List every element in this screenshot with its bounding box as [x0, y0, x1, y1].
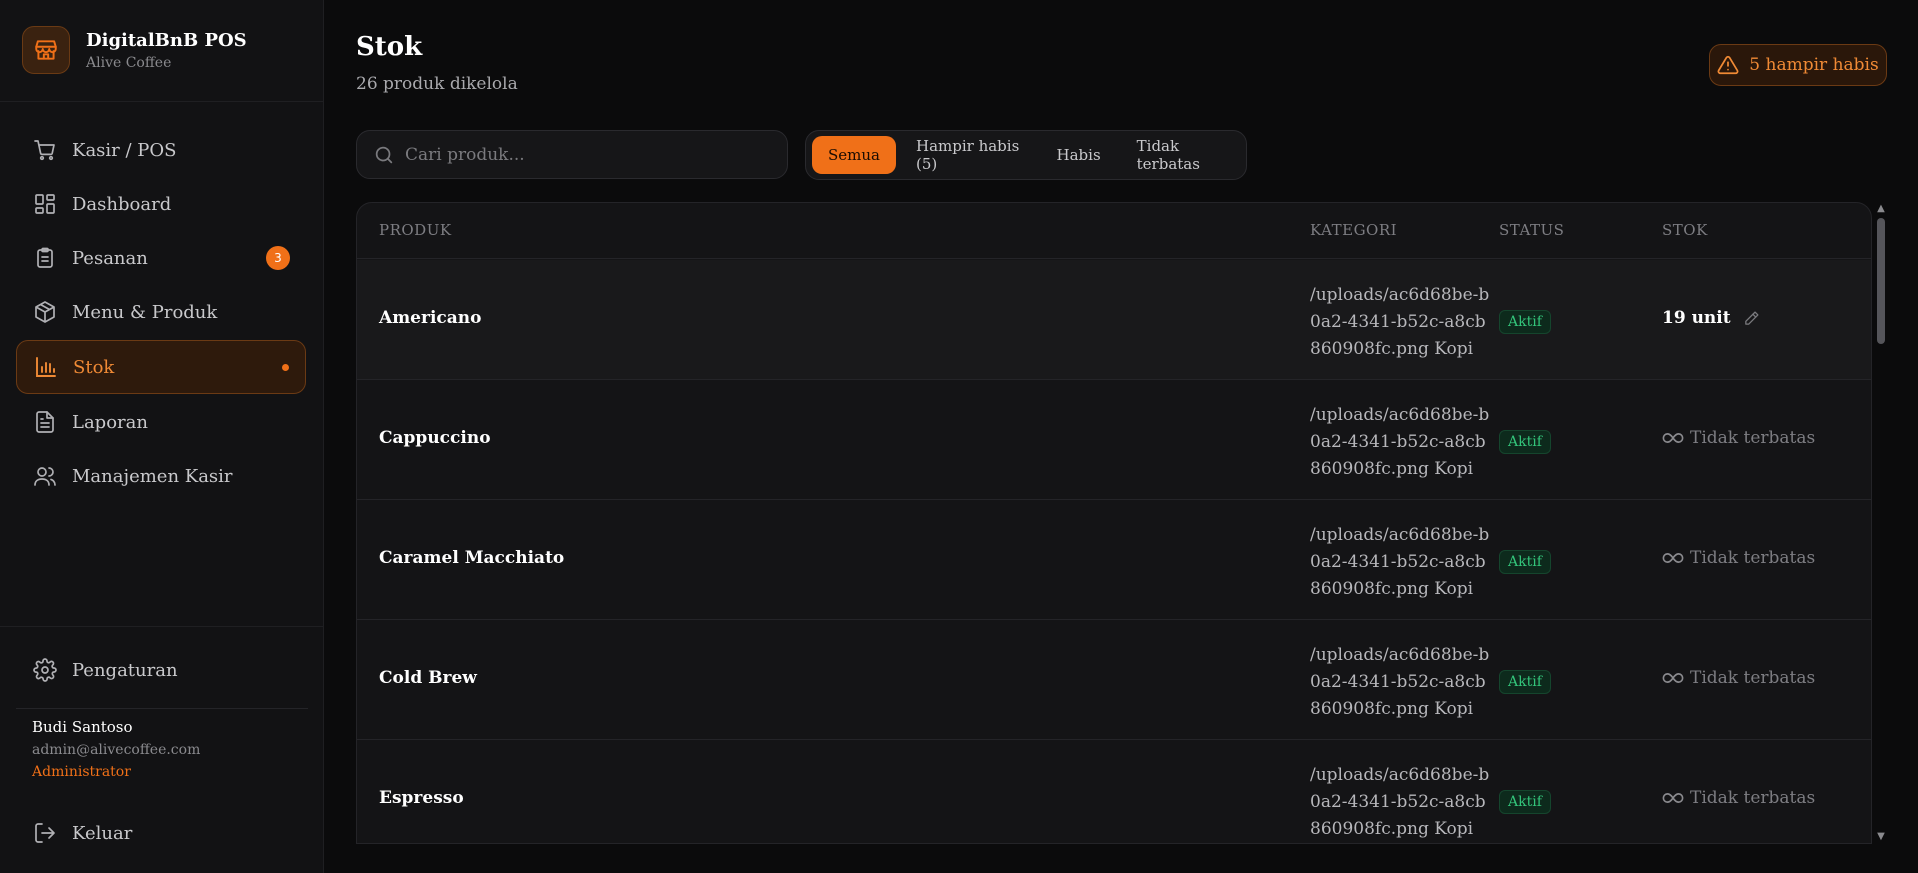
sidebar-item-label: Pengaturan: [72, 659, 178, 681]
filter-habis[interactable]: Habis: [1041, 136, 1117, 174]
product-name: Cold Brew: [379, 668, 477, 688]
brand: DigitalBnB POS Alive Coffee: [22, 24, 312, 76]
status-badge: Aktif: [1499, 550, 1551, 574]
page-subtitle: 26 produk dikelola: [356, 74, 518, 94]
sidebar-item-laporan[interactable]: Laporan: [16, 396, 306, 448]
search-icon: [373, 144, 395, 166]
product-name: Caramel Macchiato: [379, 548, 565, 568]
sidebar-item-manajemen-kasir[interactable]: Manajemen Kasir: [16, 450, 306, 502]
sidebar-divider: [0, 101, 324, 102]
product-category: /uploads/ac6d68be-b0a2-4341-b52c-a8cb860…: [1310, 645, 1490, 719]
user-role: Administrator: [32, 764, 131, 780]
low-stock-alert-label: 5 hampir habis: [1749, 55, 1879, 75]
sidebar-item-label: Dashboard: [72, 193, 172, 215]
low-stock-alert-button[interactable]: 5 hampir habis: [1709, 44, 1887, 86]
search-input[interactable]: [405, 144, 765, 165]
sidebar-item-label: Pesanan: [72, 247, 148, 269]
sidebar-item-label: Manajemen Kasir: [72, 465, 233, 487]
product-category: /uploads/ac6d68be-b0a2-4341-b52c-a8cb860…: [1310, 765, 1490, 839]
users-icon: [32, 463, 58, 489]
infinity-icon: [1662, 431, 1684, 445]
product-category: /uploads/ac6d68be-b0a2-4341-b52c-a8cb860…: [1310, 525, 1490, 599]
active-indicator-dot: [282, 364, 289, 371]
sidebar-item-dashboard[interactable]: Dashboard: [16, 178, 306, 230]
table-row[interactable]: Cold Brew /uploads/ac6d68be-b0a2-4341-b5…: [357, 620, 1871, 740]
table-row[interactable]: Americano /uploads/ac6d68be-b0a2-4341-b5…: [357, 260, 1871, 380]
package-icon: [32, 299, 58, 325]
sidebar-item-kasir-pos[interactable]: Kasir / POS: [16, 124, 306, 176]
logout-label: Keluar: [72, 822, 133, 844]
stock-label: 19 unit: [1662, 308, 1731, 328]
page-title: Stok: [356, 32, 423, 62]
status-badge: Aktif: [1499, 670, 1551, 694]
infinity-icon: [1662, 791, 1684, 805]
stock-table: PRODUK KATEGORI STATUS STOK Americano /u…: [356, 202, 1872, 844]
scrollbar-thumb[interactable]: [1877, 218, 1885, 344]
column-header-stok[interactable]: STOK: [1662, 221, 1708, 239]
filter-tidak-terbatas[interactable]: Tidak terbatas: [1121, 136, 1242, 174]
column-header-produk[interactable]: PRODUK: [379, 221, 452, 239]
cart-icon: [32, 137, 58, 163]
sidebar-item-stok[interactable]: Stok: [16, 340, 306, 394]
logout-icon: [32, 820, 58, 846]
user-email: admin@alivecoffee.com: [32, 742, 201, 758]
sidebar-item-label: Menu & Produk: [72, 301, 218, 323]
stock-label: Tidak terbatas: [1690, 548, 1816, 568]
sidebar-item-pesanan[interactable]: Pesanan 3: [16, 232, 306, 284]
stock-value: Tidak terbatas: [1662, 668, 1815, 688]
scroll-up-arrow-icon[interactable]: ▲: [1876, 204, 1886, 214]
user-name: Budi Santoso: [32, 718, 133, 736]
status-badge: Aktif: [1499, 310, 1551, 334]
sidebar-item-label: Kasir / POS: [72, 139, 177, 161]
gear-icon: [32, 657, 58, 683]
product-name: Cappuccino: [379, 428, 491, 448]
file-text-icon: [32, 409, 58, 435]
status-badge: Aktif: [1499, 430, 1551, 454]
stock-label: Tidak terbatas: [1690, 668, 1816, 688]
product-name: Americano: [379, 308, 482, 328]
stock-label: Tidak terbatas: [1690, 428, 1816, 448]
clipboard-icon: [32, 245, 58, 271]
store-icon: [22, 26, 70, 74]
sidebar-item-pengaturan[interactable]: Pengaturan: [16, 644, 306, 696]
infinity-icon: [1662, 551, 1684, 565]
product-category: /uploads/ac6d68be-b0a2-4341-b52c-a8cb860…: [1310, 405, 1490, 479]
stock-label: Tidak terbatas: [1690, 788, 1816, 808]
filter-semua[interactable]: Semua: [812, 136, 896, 174]
column-header-kategori[interactable]: KATEGORI: [1310, 221, 1397, 239]
stock-value: Tidak terbatas: [1662, 548, 1815, 568]
table-row[interactable]: Cappuccino /uploads/ac6d68be-b0a2-4341-b…: [357, 380, 1871, 500]
search-box: [356, 130, 788, 179]
column-header-status[interactable]: STATUS: [1499, 221, 1564, 239]
warning-triangle-icon: [1717, 54, 1739, 76]
product-category: /uploads/ac6d68be-b0a2-4341-b52c-a8cb860…: [1310, 285, 1490, 359]
scroll-down-arrow-icon[interactable]: ▼: [1876, 832, 1886, 842]
sidebar-item-label: Laporan: [72, 411, 148, 433]
table-header: PRODUK KATEGORI STATUS STOK: [357, 203, 1871, 259]
stock-filter-tabs: Semua Hampir habis (5) Habis Tidak terba…: [805, 130, 1247, 180]
stock-value: 19 unit: [1662, 308, 1760, 328]
sidebar-item-menu-produk[interactable]: Menu & Produk: [16, 286, 306, 338]
bar-chart-icon: [33, 354, 59, 380]
brand-subtitle: Alive Coffee: [86, 54, 172, 71]
product-name: Espresso: [379, 788, 464, 808]
sidebar-item-label: Stok: [73, 356, 115, 378]
table-row[interactable]: Caramel Macchiato /uploads/ac6d68be-b0a2…: [357, 500, 1871, 620]
pencil-edit-icon[interactable]: [1743, 310, 1760, 327]
brand-title: DigitalBnB POS: [86, 29, 247, 51]
sidebar-divider: [0, 626, 324, 627]
sidebar: DigitalBnB POS Alive Coffee Kasir / POS …: [0, 0, 324, 873]
filter-hampir-habis[interactable]: Hampir habis (5): [900, 136, 1037, 174]
orders-count-badge: 3: [266, 246, 290, 270]
table-row[interactable]: Espresso /uploads/ac6d68be-b0a2-4341-b52…: [357, 740, 1871, 843]
status-badge: Aktif: [1499, 790, 1551, 814]
infinity-icon: [1662, 671, 1684, 685]
sidebar-divider: [16, 708, 308, 709]
stock-value: Tidak terbatas: [1662, 428, 1815, 448]
logout-button[interactable]: Keluar: [16, 807, 306, 859]
user-profile: Budi Santoso admin@alivecoffee.com Admin…: [32, 718, 200, 780]
dashboard-grid-icon: [32, 191, 58, 217]
stock-value: Tidak terbatas: [1662, 788, 1815, 808]
